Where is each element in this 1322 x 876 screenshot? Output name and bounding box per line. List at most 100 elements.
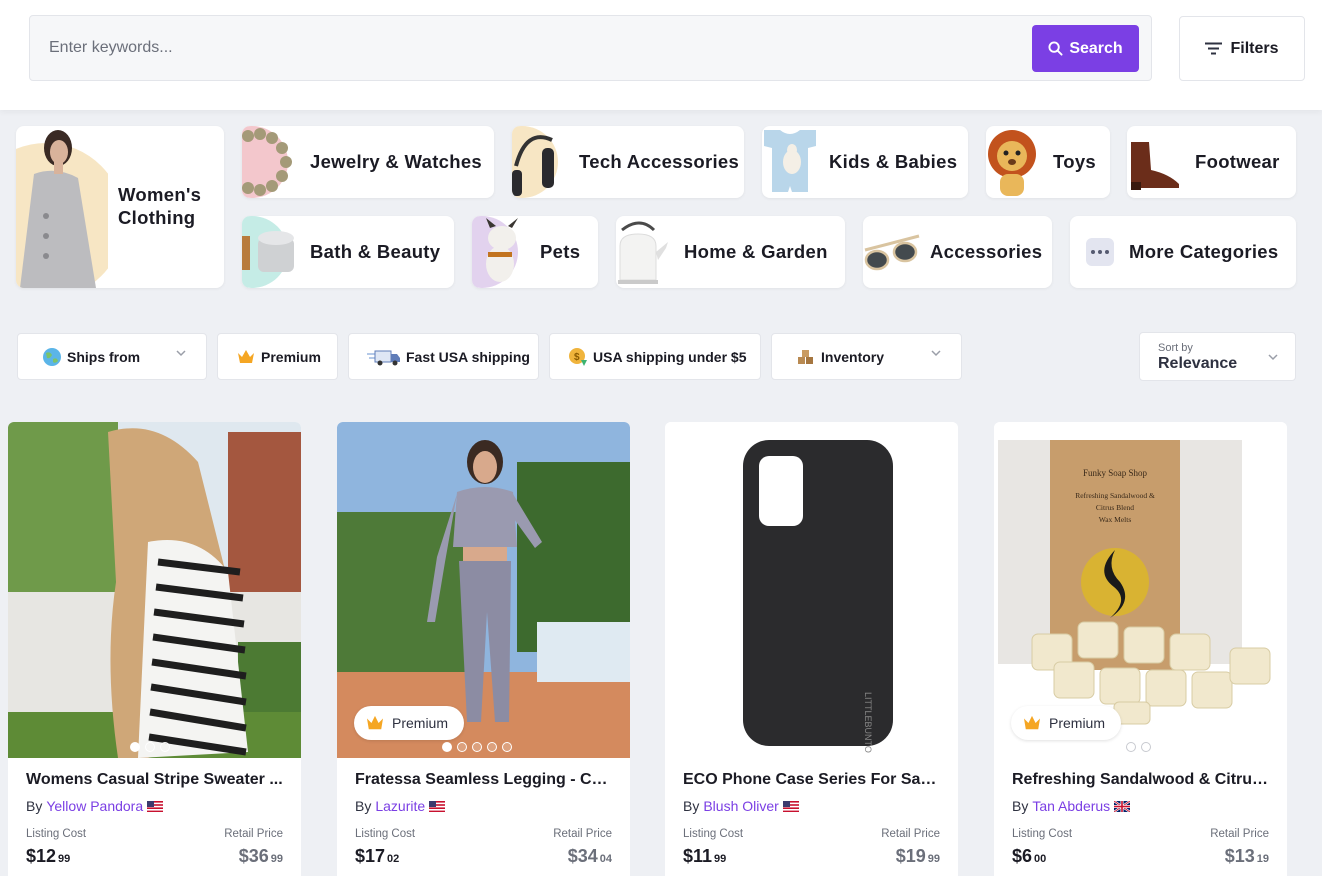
category-label: Pets <box>540 241 581 262</box>
category-label: More Categories <box>1129 241 1279 262</box>
category-label: Jewelry & Watches <box>310 151 483 172</box>
search-bar: Search <box>29 15 1152 81</box>
retail-price: $34 04 <box>567 846 612 866</box>
listing-cost-label: Listing Cost <box>1012 828 1073 840</box>
coin-icon: $ <box>569 347 587 366</box>
product-image[interactable] <box>8 422 301 758</box>
category-bath-beauty[interactable]: Bath & Beauty <box>242 216 454 288</box>
listing-cost: $11 99 <box>683 846 727 866</box>
chip-label: Premium <box>261 348 321 365</box>
box-text: Refreshing Sandalwood & <box>1075 491 1155 500</box>
product-image[interactable]: Premium <box>337 422 630 758</box>
product-card[interactable]: Womens Casual Stripe Sweater ... By Yell… <box>8 422 301 876</box>
box-text: Wax Melts <box>1099 515 1132 524</box>
us-flag-icon <box>782 800 799 812</box>
listing-cost-label: Listing Cost <box>355 828 416 840</box>
category-label: Bath & Beauty <box>310 241 441 262</box>
image-carousel-dots[interactable] <box>130 742 170 752</box>
chip-label: Inventory <box>821 348 885 365</box>
product-vendor: By Lazurite <box>355 798 446 814</box>
truck-icon <box>367 350 400 365</box>
category-kids-babies[interactable]: Kids & Babies <box>762 126 968 198</box>
vendor-link[interactable]: Blush Oliver <box>703 798 778 814</box>
filters-label: Filters <box>1230 39 1279 57</box>
product-image[interactable]: Funky Soap Shop Refreshing Sandalwood & … <box>994 422 1287 758</box>
svg-text:$: $ <box>574 352 580 363</box>
category-toys[interactable]: Toys <box>986 126 1110 198</box>
kettle-photo <box>618 221 668 284</box>
product-card[interactable]: Premium Fratessa Seamless Legging - Cha.… <box>337 422 630 876</box>
sort-label: Sort by <box>1158 342 1193 354</box>
filters-button[interactable]: Filters <box>1179 16 1305 81</box>
crown-icon <box>367 715 383 730</box>
product-card[interactable]: LITTLEBUNTO ECO Phone Case Series For Sa… <box>665 422 958 876</box>
category-jewelry-watches[interactable]: Jewelry & Watches <box>242 126 494 198</box>
crown-icon <box>238 349 254 363</box>
chevron-down-icon <box>176 350 186 357</box>
category-label: Accessories <box>930 241 1043 262</box>
chevron-down-icon <box>931 350 941 357</box>
boot-photo <box>1131 142 1179 190</box>
category-pets[interactable]: Pets <box>472 216 598 288</box>
sort-dropdown[interactable]: Sort by Relevance <box>1139 332 1296 381</box>
product-title[interactable]: Fratessa Seamless Legging - Cha... <box>355 771 617 789</box>
retail-price-label: Retail Price <box>224 828 283 840</box>
category-home-garden[interactable]: Home & Garden <box>616 216 845 288</box>
vendor-link[interactable]: Yellow Pandora <box>46 798 143 814</box>
headphones-photo <box>512 126 558 198</box>
product-title[interactable]: Refreshing Sandalwood & Citrus... <box>1012 771 1274 789</box>
category-footwear[interactable]: Footwear <box>1127 126 1296 198</box>
category-more[interactable]: More Categories <box>1070 216 1296 288</box>
vendor-link[interactable]: Lazurite <box>375 798 425 814</box>
premium-badge: Premium <box>1011 706 1122 740</box>
sunglasses-photo <box>864 234 920 271</box>
category-tech-accessories[interactable]: Tech Accessories <box>512 126 744 198</box>
product-image[interactable]: LITTLEBUNTO <box>665 422 958 758</box>
search-icon <box>1048 41 1063 56</box>
sort-value: Relevance <box>1158 355 1238 372</box>
category-womens-clothing[interactable]: Women's Clothing <box>16 126 224 288</box>
baby-onesie-photo <box>764 130 816 192</box>
category-label: Tech Accessories <box>579 151 740 172</box>
product-card[interactable]: Funky Soap Shop Refreshing Sandalwood & … <box>994 422 1287 876</box>
womens-clothing-photo <box>16 130 108 288</box>
chip-premium[interactable]: Premium <box>217 333 338 380</box>
bulldog-photo <box>472 216 518 288</box>
lion-plush-photo <box>988 130 1036 196</box>
us-flag-icon <box>429 800 446 812</box>
search-input[interactable] <box>30 16 1020 80</box>
search-button[interactable]: Search <box>1032 25 1139 72</box>
top-bar: Search Filters <box>0 0 1322 110</box>
retail-price: $13 19 <box>1224 846 1269 866</box>
box-text: Citrus Blend <box>1096 503 1134 512</box>
crown-icon <box>1024 715 1040 730</box>
box-text: Funky Soap Shop <box>1083 468 1148 478</box>
listing-cost: $12 99 <box>26 846 71 866</box>
image-carousel-dots[interactable] <box>1126 742 1151 752</box>
listing-cost-label: Listing Cost <box>26 828 87 840</box>
vendor-link[interactable]: Tan Abderus <box>1032 798 1110 814</box>
category-label: Kids & Babies <box>829 151 958 172</box>
chip-usa-shipping-under-5[interactable]: $ USA shipping under $5 <box>549 333 761 380</box>
us-flag-icon <box>147 800 164 812</box>
image-carousel-dots[interactable] <box>442 742 512 752</box>
product-vendor: By Yellow Pandora <box>26 798 164 814</box>
chip-inventory[interactable]: Inventory <box>771 333 962 380</box>
category-label: Footwear <box>1195 151 1280 172</box>
globe-icon <box>43 347 61 366</box>
product-title[interactable]: Womens Casual Stripe Sweater ... <box>26 771 288 789</box>
product-title[interactable]: ECO Phone Case Series For Sam... <box>683 771 945 789</box>
premium-badge: Premium <box>354 706 465 740</box>
chip-ships-from[interactable]: Ships from <box>17 333 207 380</box>
listing-cost: $6 00 <box>1012 846 1047 866</box>
chip-fast-usa-shipping[interactable]: Fast USA shipping <box>348 333 539 380</box>
boxes-icon <box>798 349 813 364</box>
category-accessories[interactable]: Accessories <box>863 216 1052 288</box>
product-vendor: By Tan Abderus <box>1012 798 1131 814</box>
phone-brand-text: LITTLEBUNTO <box>863 692 873 753</box>
candle-tin-photo <box>242 216 294 288</box>
filter-lines-icon <box>1205 42 1223 55</box>
chip-label: USA shipping under $5 <box>593 348 747 365</box>
bracelet-photo <box>242 126 292 198</box>
retail-price: $36 99 <box>238 846 283 866</box>
